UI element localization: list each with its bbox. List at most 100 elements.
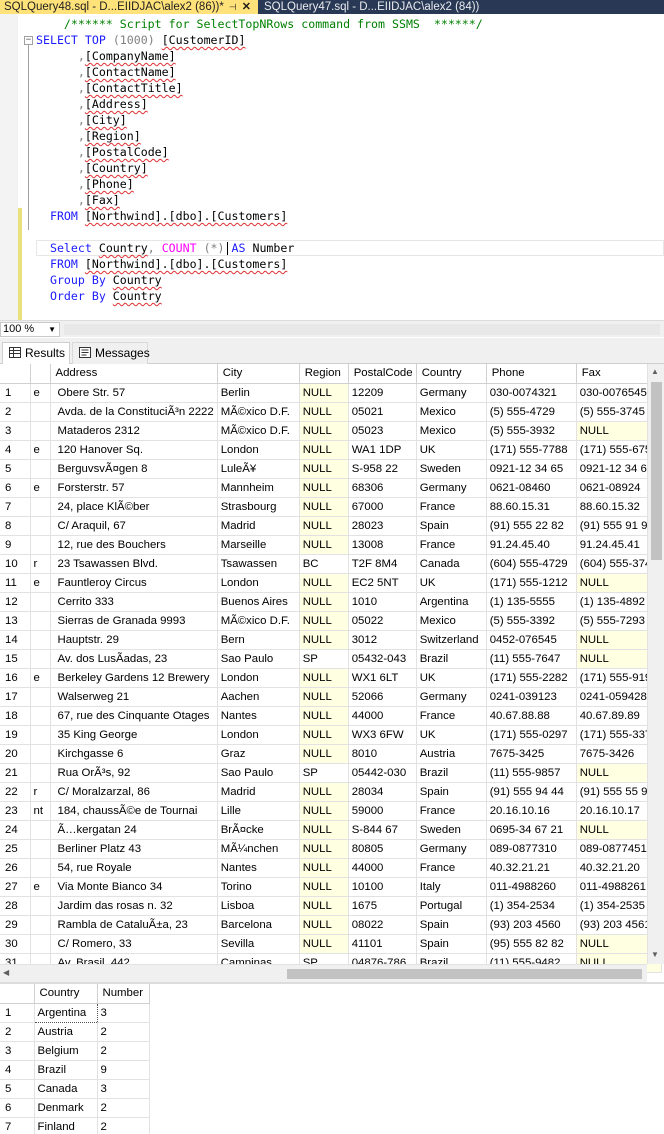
table-cell[interactable]: Austria (416, 744, 487, 764)
table-cell[interactable]: 40.32.21.21 (486, 858, 577, 878)
row-number[interactable]: 5 (0, 1079, 35, 1099)
table-cell[interactable] (30, 687, 51, 707)
table-cell[interactable]: 0241-039123 (486, 687, 577, 707)
table-cell[interactable]: 05442-030 (348, 763, 417, 783)
table-cell[interactable]: NULL (299, 706, 349, 726)
table-cell[interactable]: Jardim das rosas n. 32 (50, 896, 218, 916)
table-cell[interactable]: NULL (299, 725, 349, 745)
table-cell[interactable]: 88.60.15.31 (486, 497, 577, 517)
table-cell[interactable]: Fauntleroy Circus (50, 573, 218, 593)
table-row[interactable]: 29 Rambla de CataluÃ±a, 23 Barcelona NULL 08… (0, 915, 662, 935)
tab-messages[interactable]: Messages (72, 342, 150, 364)
table-cell[interactable]: Argentina (33, 1002, 98, 1023)
table-cell[interactable]: Germany (416, 478, 487, 498)
table-cell[interactable]: 120 Hanover Sq. (50, 440, 218, 460)
table-cell[interactable]: France (416, 497, 487, 517)
table-cell[interactable]: C/ Moralzarzal, 86 (50, 782, 218, 802)
table-cell[interactable]: Finland (34, 1117, 98, 1134)
table-cell[interactable]: UK (416, 573, 487, 593)
table-cell[interactable]: Nantes (217, 858, 300, 878)
table-cell[interactable]: Denmark (34, 1098, 98, 1118)
row-number[interactable]: 10 (0, 554, 31, 574)
table-cell[interactable]: (171) 555-0297 (486, 725, 577, 745)
row-number[interactable]: 2 (0, 1022, 35, 1042)
table-row[interactable]: 25 Berliner Platz 43 MÃ¼nchen NULL 80805 Germ… (0, 839, 662, 859)
table-cell[interactable]: Mannheim (217, 478, 300, 498)
table-row[interactable]: 7 Finland 2 (0, 1117, 150, 1134)
table-cell[interactable]: NULL (299, 839, 349, 859)
table-cell[interactable]: Marseille (217, 535, 300, 555)
table-cell[interactable]: Cerrito 333 (50, 592, 218, 612)
table-cell[interactable]: 1010 (348, 592, 417, 612)
table-cell[interactable]: (5) 555-3932 (486, 421, 577, 441)
table-cell[interactable]: Mexico (416, 421, 487, 441)
tab-sqlquery47[interactable]: SQLQuery47.sql - D...EIIDJAC\alex2 (84)) (258, 0, 483, 14)
table-cell[interactable]: 44000 (348, 706, 417, 726)
table-row[interactable]: 11 e Fauntleroy Circus London NULL EC2 5NT UK(… (0, 573, 662, 593)
table-cell[interactable]: NULL (299, 687, 349, 707)
table-cell[interactable]: C/ Araquil, 67 (50, 516, 218, 536)
row-number[interactable]: 14 (0, 630, 31, 650)
table-cell[interactable]: 05023 (348, 421, 417, 441)
table-cell[interactable]: Germany (416, 839, 487, 859)
table-cell[interactable] (30, 763, 51, 783)
table-cell[interactable]: Av. dos LusÃ­adas, 23 (50, 649, 218, 669)
table-row[interactable]: 2 Austria 2 (0, 1022, 150, 1042)
table-cell[interactable]: 35 King George (50, 725, 218, 745)
table-cell[interactable]: 2 (97, 1022, 150, 1042)
table-cell[interactable]: NULL (299, 592, 349, 612)
row-number[interactable]: 26 (0, 858, 31, 878)
table-cell[interactable]: e (30, 440, 51, 460)
table-cell[interactable]: Torino (217, 877, 300, 897)
table-cell[interactable]: (171) 555-1212 (486, 573, 577, 593)
row-number[interactable]: 1 (0, 383, 31, 403)
table-cell[interactable]: Graz (217, 744, 300, 764)
table-cell[interactable]: 1675 (348, 896, 417, 916)
table-cell[interactable]: NULL (299, 421, 349, 441)
table-cell[interactable]: 7675-3425 (486, 744, 577, 764)
table-cell[interactable]: NULL (299, 915, 349, 935)
table-cell[interactable]: (91) 555 94 44 (486, 782, 577, 802)
table-cell[interactable]: UK (416, 668, 487, 688)
table-cell[interactable] (30, 421, 51, 441)
table-cell[interactable]: Strasbourg (217, 497, 300, 517)
table-cell[interactable]: 40.67.88.88 (486, 706, 577, 726)
table-cell[interactable]: (95) 555 82 82 (486, 934, 577, 954)
table-cell[interactable]: 3 (97, 1003, 150, 1023)
table-cell[interactable] (30, 706, 51, 726)
grid-vertical-scrollbar[interactable]: ▲ ▼ (647, 364, 664, 964)
table-cell[interactable]: Nantes (217, 706, 300, 726)
table-cell[interactable]: LuleÃ¥ (217, 459, 300, 479)
table-cell[interactable]: 13008 (348, 535, 417, 555)
table-cell[interactable]: BC (299, 554, 349, 574)
table-cell[interactable] (30, 402, 51, 422)
table-cell[interactable]: 54, rue Royale (50, 858, 218, 878)
table-cell[interactable]: (93) 203 4560 (486, 915, 577, 935)
column-header[interactable] (0, 984, 35, 1004)
table-cell[interactable]: NULL (299, 440, 349, 460)
table-row[interactable]: 6 e Forsterstr. 57 Mannheim NULL 68306 Germany… (0, 478, 662, 498)
table-cell[interactable]: 0452-076545 (486, 630, 577, 650)
table-row[interactable]: 17 Walserweg 21 Aachen NULL 52066 Germany 0241… (0, 687, 662, 707)
table-cell[interactable]: T2F 8M4 (348, 554, 417, 574)
table-cell[interactable]: London (217, 668, 300, 688)
table-cell[interactable]: Brazil (416, 763, 487, 783)
table-cell[interactable]: Spain (416, 516, 487, 536)
table-cell[interactable]: r (30, 782, 51, 802)
table-cell[interactable]: NULL (299, 497, 349, 517)
table-cell[interactable]: Buenos Aires (217, 592, 300, 612)
table-cell[interactable]: NULL (299, 573, 349, 593)
table-row[interactable]: 10 r 23 Tsawassen Blvd. Tsawassen BC T2F 8M4 C… (0, 554, 662, 574)
column-header[interactable] (0, 364, 31, 384)
row-number[interactable]: 23 (0, 801, 31, 821)
table-row[interactable]: 24 Ã…kergatan 24 BrÃ¤cke NULL S-844 67 Sweden… (0, 820, 662, 840)
table-cell[interactable]: (1) 354-2534 (486, 896, 577, 916)
table-cell[interactable]: Avda. de la ConstituciÃ³n 2222 (50, 402, 218, 422)
table-cell[interactable]: Argentina (416, 592, 487, 612)
table-cell[interactable] (30, 820, 51, 840)
table-cell[interactable]: 3 (97, 1079, 150, 1099)
table-cell[interactable]: Ã…kergatan 24 (50, 820, 218, 840)
table-cell[interactable] (30, 611, 51, 631)
row-number[interactable]: 29 (0, 915, 31, 935)
table-cell[interactable]: WX3 6FW (348, 725, 417, 745)
